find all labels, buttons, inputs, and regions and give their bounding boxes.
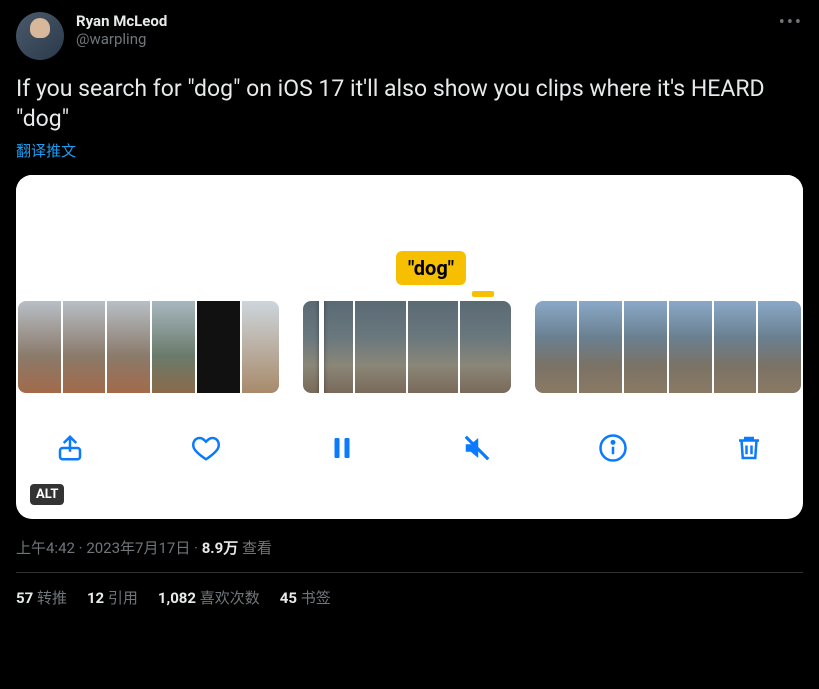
bookmarks-stat[interactable]: 45 书签	[280, 587, 331, 608]
clip-thumb	[242, 301, 279, 393]
tweet-header: Ryan McLeod @warpling •••	[16, 12, 803, 60]
author-handle: @warpling	[76, 30, 167, 48]
clip-thumb	[107, 301, 150, 393]
clip-thumb	[535, 301, 578, 393]
clip-thumb	[18, 301, 61, 393]
likes-stat[interactable]: 1,082 喜欢次数	[158, 587, 260, 608]
tweet-text: If you search for "dog" on iOS 17 it'll …	[16, 74, 803, 134]
share-icon[interactable]	[50, 428, 90, 468]
trash-icon[interactable]	[729, 428, 769, 468]
author-display-name: Ryan McLeod	[76, 12, 167, 30]
tweet-stats: 57 转推 12 引用 1,082 喜欢次数 45 书签	[16, 573, 803, 622]
clip-thumb	[714, 301, 757, 393]
media-whitespace: "dog"	[16, 175, 803, 301]
clip-group[interactable]	[303, 301, 511, 393]
media-toolbar	[16, 393, 803, 481]
video-scrubber[interactable]	[16, 301, 803, 393]
clip-thumb	[355, 301, 406, 393]
retweets-stat[interactable]: 57 转推	[16, 587, 67, 608]
more-options-button[interactable]: •••	[779, 12, 803, 33]
clip-thumb	[63, 301, 106, 393]
clip-group[interactable]	[18, 301, 279, 393]
clip-thumb	[197, 301, 240, 393]
clip-thumb	[758, 301, 801, 393]
clip-thumb	[152, 301, 195, 393]
views-count: 8.9万	[202, 539, 239, 557]
caption-pill: "dog"	[396, 251, 466, 285]
quotes-stat[interactable]: 12 引用	[87, 587, 138, 608]
pause-icon[interactable]	[322, 428, 362, 468]
avatar[interactable]	[16, 12, 64, 60]
alt-badge[interactable]: ALT	[30, 484, 64, 505]
clip-thumb	[460, 301, 511, 393]
info-icon[interactable]	[593, 428, 633, 468]
author-name-block[interactable]: Ryan McLeod @warpling	[76, 12, 167, 48]
clip-thumb	[669, 301, 712, 393]
clip-thumb	[579, 301, 622, 393]
meta-time[interactable]: 上午4:42	[16, 539, 75, 557]
heart-icon[interactable]	[186, 428, 226, 468]
clip-thumb	[303, 301, 354, 393]
clip-thumb	[408, 301, 459, 393]
caption-tick	[472, 291, 494, 297]
tweet-container: Ryan McLeod @warpling ••• If you search …	[0, 0, 819, 622]
media-card[interactable]: "dog"	[16, 175, 803, 519]
clip-group[interactable]	[535, 301, 801, 393]
playhead[interactable]	[319, 301, 324, 393]
tweet-meta: 上午4:42 · 2023年7月17日 · 8.9万 查看	[16, 537, 803, 558]
mute-icon[interactable]	[457, 428, 497, 468]
views-label: 查看	[238, 539, 272, 557]
translate-link[interactable]: 翻译推文	[16, 140, 803, 161]
clip-thumb	[624, 301, 667, 393]
meta-date[interactable]: 2023年7月17日	[86, 539, 190, 557]
